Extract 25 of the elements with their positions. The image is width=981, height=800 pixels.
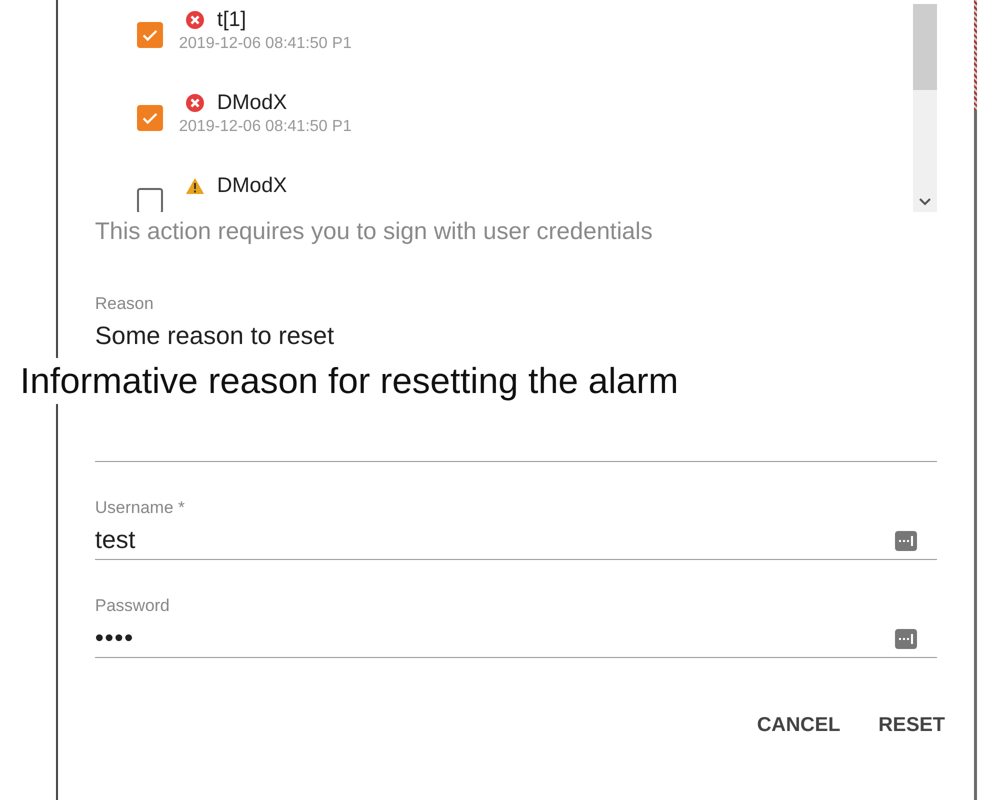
password-field[interactable]: ••••: [95, 624, 937, 658]
alarm-timestamp: 2019-12-06 08:41:50 P1: [179, 118, 352, 136]
field-label: Username *: [95, 498, 186, 518]
error-icon: [185, 93, 205, 113]
error-icon: [185, 10, 205, 30]
alarm-timestamp: 2019-12-06 08:41:50 P1: [179, 35, 352, 53]
checkbox[interactable]: [137, 105, 163, 131]
field-label: Password: [95, 596, 171, 616]
checkbox[interactable]: [137, 22, 163, 48]
warning-icon: [185, 176, 205, 196]
dialog-button[interactable]: CANCEL: [748, 708, 848, 743]
instruction-text: This action requires you to sign with user credentials: [95, 218, 654, 246]
checkbox[interactable]: [137, 188, 163, 212]
password-manager-icon[interactable]: [895, 628, 917, 648]
field-label: Reason: [95, 294, 155, 314]
scrollbar[interactable]: [913, 4, 937, 212]
password-manager-icon[interactable]: [895, 530, 917, 550]
username-field[interactable]: test: [95, 526, 937, 560]
tooltip: Informative reason for resetting the alarm: [20, 358, 678, 404]
scrollbar-thumb[interactable]: [913, 4, 937, 90]
dialog-button[interactable]: RESET: [870, 708, 953, 743]
alarm-name: t[1]: [217, 8, 246, 32]
alarm-name: DModX: [217, 174, 288, 198]
alarm-name: DModX: [217, 91, 288, 115]
chevron-down-icon[interactable]: [919, 198, 931, 206]
